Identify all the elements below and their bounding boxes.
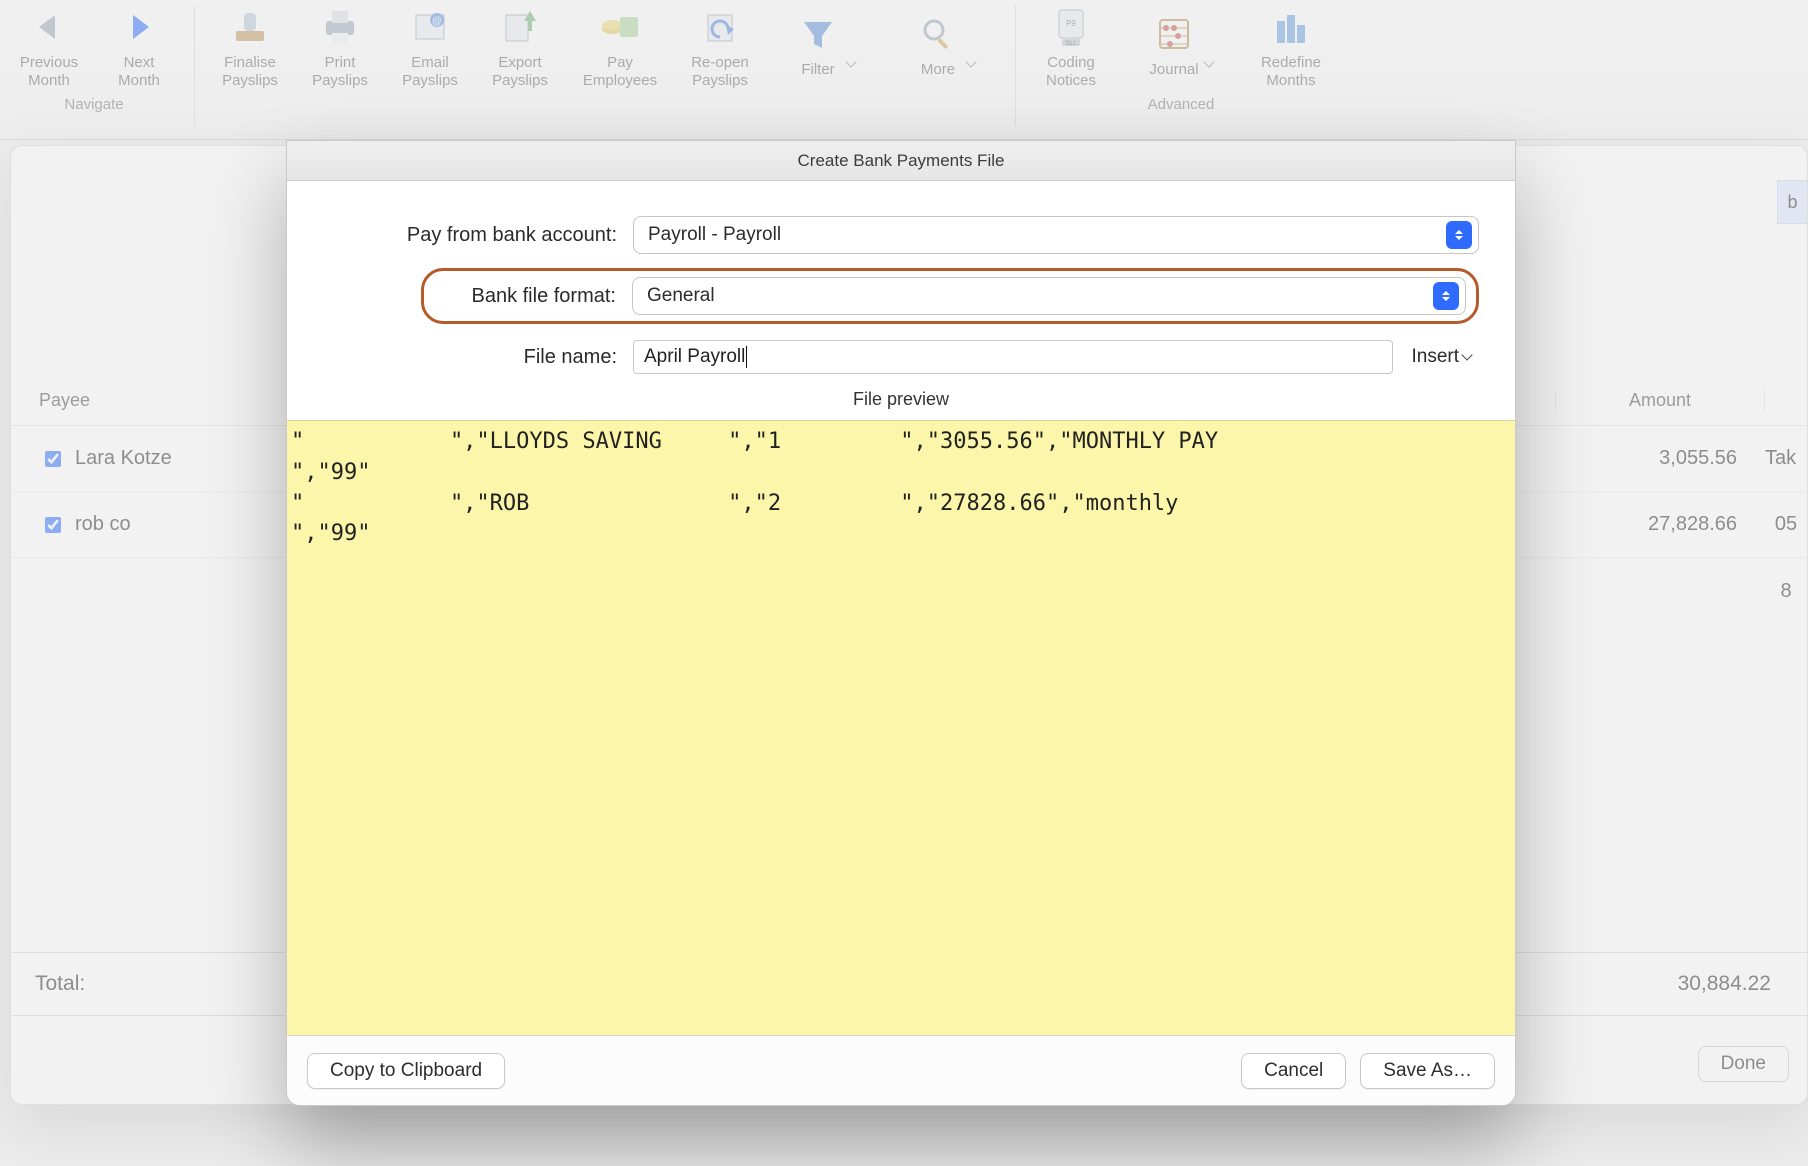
pay-employees-button[interactable]: Pay Employees (565, 0, 675, 90)
email-label: Email Payslips (402, 54, 458, 90)
coding-label: Coding Notices (1046, 54, 1096, 90)
stamp-icon (227, 4, 273, 50)
row-extra: 8 (1765, 580, 1807, 603)
payee-amount: 3,055.56 (1555, 447, 1765, 470)
document-icon: P9 SL1 (1048, 4, 1094, 50)
format-label: Bank file format: (434, 285, 632, 308)
funnel-icon (795, 11, 841, 57)
pay-label: Pay Employees (583, 54, 657, 90)
dialog-title-text: Create Bank Payments File (798, 151, 1005, 171)
more-label: More (921, 61, 955, 79)
journal-label: Journal (1149, 61, 1198, 79)
total-value: 30,884.22 (1555, 972, 1807, 996)
filter-label: Filter (801, 61, 834, 79)
select-stepper-icon (1446, 221, 1472, 249)
toolbar-separator (1015, 6, 1016, 126)
email-icon: @ (407, 4, 453, 50)
chevron-down-icon[interactable] (845, 56, 856, 67)
printer-icon (317, 4, 363, 50)
svg-text:SL1: SL1 (1066, 41, 1077, 47)
export-label: Export Payslips (492, 54, 548, 90)
reopen-icon (697, 4, 743, 50)
prev-month-label: Previous Month (20, 54, 78, 90)
toolbar-separator (194, 6, 195, 126)
magnifier-icon (915, 11, 961, 57)
arrow-left-icon (26, 4, 72, 50)
row-extra: Tak (1765, 447, 1807, 470)
svg-text:P9: P9 (1066, 19, 1076, 28)
done-label: Done (1721, 1053, 1766, 1075)
dialog-title: Create Bank Payments File (287, 141, 1515, 181)
done-button[interactable]: Done (1698, 1046, 1789, 1082)
row-checkbox[interactable] (45, 516, 61, 534)
format-value: General (647, 285, 715, 307)
insert-dropdown[interactable]: Insert (1403, 346, 1479, 368)
print-payslips-button[interactable]: Print Payslips (295, 0, 385, 90)
save-label: Save As… (1383, 1060, 1472, 1082)
export-icon (497, 4, 543, 50)
row-extra: 05 (1765, 513, 1807, 536)
create-bank-payments-dialog: Create Bank Payments File Pay from bank … (286, 140, 1516, 1106)
save-as-button[interactable]: Save As… (1360, 1053, 1495, 1089)
copy-clipboard-button[interactable]: Copy to Clipboard (307, 1053, 505, 1089)
cancel-label: Cancel (1264, 1060, 1323, 1082)
partial-tab-label: b (1787, 192, 1797, 213)
next-month-button[interactable]: Next Month (94, 0, 184, 90)
abacus-icon (1151, 11, 1197, 57)
prev-month-button[interactable]: Previous Month (4, 0, 94, 90)
redefine-months-button[interactable]: Redefine Months (1246, 0, 1336, 90)
insert-label: Insert (1411, 346, 1459, 368)
chevron-down-icon (1461, 349, 1472, 360)
account-label: Pay from bank account: (323, 224, 633, 247)
filename-input[interactable]: April Payroll (633, 340, 1393, 374)
reopen-label: Re-open Payslips (691, 54, 749, 90)
bars-icon (1268, 4, 1314, 50)
advanced-caption: Advanced (1148, 96, 1215, 113)
file-preview: " ","LLOYDS SAVING ","1 ","3055.56","MON… (287, 420, 1515, 1035)
filter-button[interactable]: Filter (765, 0, 885, 90)
col-header-amount[interactable]: Amount (1555, 390, 1765, 411)
more-button[interactable]: More (885, 0, 1005, 90)
finalise-label: Finalise Payslips (222, 54, 278, 90)
account-select[interactable]: Payroll - Payroll (633, 216, 1479, 254)
coding-notices-button[interactable]: P9 SL1 Coding Notices (1026, 0, 1116, 90)
print-label: Print Payslips (312, 54, 368, 90)
filename-label: File name: (323, 346, 633, 369)
email-payslips-button[interactable]: @ Email Payslips (385, 0, 475, 90)
redefine-label: Redefine Months (1261, 54, 1321, 90)
format-highlight: Bank file format: General (421, 268, 1479, 324)
chevron-down-icon[interactable] (965, 56, 976, 67)
finalise-payslips-button[interactable]: Finalise Payslips (205, 0, 295, 90)
account-value: Payroll - Payroll (648, 224, 781, 246)
payee-amount: 27,828.66 (1555, 513, 1765, 536)
money-icon (597, 4, 643, 50)
navigate-caption: Navigate (64, 96, 123, 113)
reopen-payslips-button[interactable]: Re-open Payslips (675, 0, 765, 90)
partial-tab[interactable]: b (1777, 180, 1807, 224)
select-stepper-icon (1433, 282, 1459, 310)
row-checkbox[interactable] (45, 450, 61, 468)
dialog-footer: Copy to Clipboard Cancel Save As… (287, 1035, 1515, 1105)
main-toolbar: Previous Month Next Month Navigate Final… (0, 0, 1808, 140)
svg-text:@: @ (432, 16, 442, 27)
cancel-button[interactable]: Cancel (1241, 1053, 1346, 1089)
filename-value: April Payroll (644, 346, 745, 368)
format-select[interactable]: General (632, 277, 1466, 315)
next-month-label: Next Month (118, 54, 160, 90)
preview-label: File preview (323, 389, 1479, 410)
arrow-right-icon (116, 4, 162, 50)
chevron-down-icon[interactable] (1203, 56, 1214, 67)
copy-label: Copy to Clipboard (330, 1060, 482, 1082)
export-payslips-button[interactable]: Export Payslips (475, 0, 565, 90)
text-caret (746, 346, 747, 368)
journal-button[interactable]: Journal (1116, 0, 1246, 90)
